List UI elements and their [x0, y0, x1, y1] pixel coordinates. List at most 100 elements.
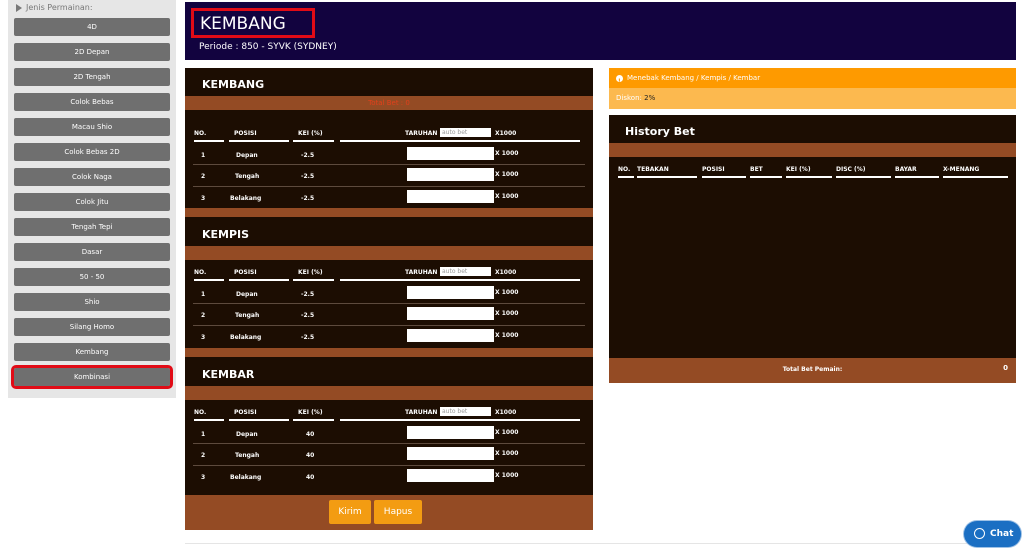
row-divider [193, 443, 585, 444]
section-title-kembar: KEMBAR [202, 368, 255, 381]
kirim-button[interactable]: Kirim [329, 500, 371, 524]
bet-input[interactable] [407, 469, 494, 482]
sidebar-item-dasar[interactable]: Dasar [14, 243, 170, 261]
chat-bubble-icon [974, 528, 985, 539]
row-kei: -2.5 [301, 173, 315, 180]
sidebar-item-colok-naga[interactable]: Colok Naga [14, 168, 170, 186]
sidebar-item-2d-depan[interactable]: 2D Depan [14, 43, 170, 61]
history-panel: History Bet NO. TEBAKAN POSISI BET KEI (… [609, 115, 1016, 383]
history-underline [943, 176, 1008, 178]
row-kei: 40 [306, 452, 315, 459]
sidebar-item-colok-bebas[interactable]: Colok Bebas [14, 93, 170, 111]
header-underline [293, 140, 334, 142]
history-underline [702, 176, 746, 178]
chat-button[interactable]: Chat [964, 521, 1021, 547]
header-underline [194, 279, 224, 281]
row-no: 3 [201, 195, 206, 202]
section-separator [185, 348, 593, 357]
history-title: History Bet [625, 125, 695, 138]
history-col-kei: KEI (%) [786, 166, 811, 173]
info-text: Menebak Kembang / Kempis / Kembar [627, 74, 761, 82]
sidebar-item-kombinasi[interactable]: Kombinasi [11, 365, 173, 389]
sidebar-item-colok-jitu[interactable]: Colok Jitu [14, 193, 170, 211]
history-col-disc: DISC (%) [836, 166, 866, 173]
diskon-banner: Diskon: 2% [609, 88, 1016, 109]
row-posisi: Belakang [230, 474, 262, 481]
header-underline [194, 140, 224, 142]
total-bet-pemain-value: 0 [1003, 364, 1008, 372]
row-kei: 40 [306, 474, 315, 481]
row-divider [193, 164, 585, 165]
row-kei: -2.5 [301, 334, 315, 341]
history-col-bayar: BAYAR [895, 166, 917, 173]
sidebar-item-tengah-tepi[interactable]: Tengah Tepi [14, 218, 170, 236]
bet-input[interactable] [407, 168, 494, 181]
total-bet-pemain-label: Total Bet Pemain: [782, 366, 843, 373]
history-underline [786, 176, 832, 178]
row-multiplier: X 1000 [495, 429, 519, 436]
autobet-input[interactable]: auto bet [440, 128, 491, 137]
sidebar-heading-label: Jenis Permainan: [26, 3, 93, 12]
history-bar [609, 143, 1016, 157]
col-multiplier: X1000 [495, 130, 517, 137]
col-kei: KEI (%) [298, 269, 323, 276]
row-posisi: Tengah [235, 312, 260, 319]
sidebar: Jenis Permainan: 4D 2D Depan 2D Tengah C… [8, 0, 176, 398]
row-no: 1 [201, 291, 206, 298]
bet-input[interactable] [407, 190, 494, 203]
row-no: 2 [201, 173, 206, 180]
diskon-label: Diskon: [616, 94, 642, 102]
row-multiplier: X 1000 [495, 450, 519, 457]
row-no: 2 [201, 452, 206, 459]
bet-input[interactable] [407, 447, 494, 460]
autobet-input[interactable]: auto bet [440, 407, 491, 416]
row-divider [193, 303, 585, 304]
bet-panel: KEMBANG Total Bet : 0 NO. POSISI KEI (%)… [185, 68, 593, 530]
row-no: 1 [201, 152, 206, 159]
col-posisi: POSISI [234, 130, 257, 137]
sidebar-item-colok-bebas-2d[interactable]: Colok Bebas 2D [14, 143, 170, 161]
row-kei: -2.5 [301, 291, 315, 298]
header-underline [229, 140, 289, 142]
bet-input[interactable] [407, 426, 494, 439]
row-posisi: Belakang [230, 334, 262, 341]
bet-input[interactable] [407, 286, 494, 299]
header-underline [229, 279, 289, 281]
sidebar-item-2d-tengah[interactable]: 2D Tengah [14, 68, 170, 86]
bet-input[interactable] [407, 329, 494, 342]
section-separator [185, 208, 593, 217]
row-divider [193, 465, 585, 466]
bet-input[interactable] [407, 147, 494, 160]
row-posisi: Depan [236, 291, 258, 298]
row-multiplier: X 1000 [495, 289, 519, 296]
col-posisi: POSISI [234, 269, 257, 276]
sidebar-item-silang-homo[interactable]: Silang Homo [14, 318, 170, 336]
sidebar-item-4d[interactable]: 4D [14, 18, 170, 36]
row-multiplier: X 1000 [495, 472, 519, 479]
autobet-input[interactable]: auto bet [440, 267, 491, 276]
hapus-button[interactable]: Hapus [374, 500, 422, 524]
col-taruhan: TARUHAN [405, 130, 438, 137]
history-underline [618, 176, 634, 178]
col-no: NO. [194, 409, 207, 416]
row-multiplier: X 1000 [495, 310, 519, 317]
sidebar-item-macau-shio[interactable]: Macau Shio [14, 118, 170, 136]
col-kei: KEI (%) [298, 409, 323, 416]
sidebar-item-shio[interactable]: Shio [14, 293, 170, 311]
sidebar-item-kembang[interactable]: Kembang [14, 343, 170, 361]
row-no: 2 [201, 312, 206, 319]
row-multiplier: X 1000 [495, 171, 519, 178]
row-posisi: Depan [236, 431, 258, 438]
col-taruhan: TARUHAN [405, 409, 438, 416]
sidebar-heading: Jenis Permainan: [16, 3, 93, 12]
history-col-bet: BET [750, 166, 763, 173]
triangle-right-icon [16, 3, 22, 12]
history-underline [836, 176, 891, 178]
bet-input[interactable] [407, 307, 494, 320]
sidebar-item-50-50[interactable]: 50 - 50 [14, 268, 170, 286]
header-underline [293, 279, 334, 281]
section-title-kembang: KEMBANG [202, 78, 265, 91]
row-multiplier: X 1000 [495, 193, 519, 200]
col-taruhan: TARUHAN [405, 269, 438, 276]
history-col-no: NO. [618, 166, 631, 173]
